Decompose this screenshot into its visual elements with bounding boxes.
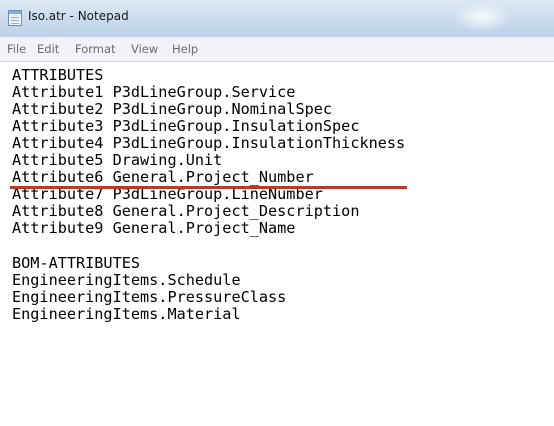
- text-line-attribute8: Attribute8 General.Project_Description: [12, 202, 360, 220]
- text-line-attributes-header: ATTRIBUTES: [12, 66, 104, 84]
- text-line-attribute9: Attribute9 General.Project_Name: [12, 219, 296, 237]
- menu-edit[interactable]: Edit: [37, 42, 59, 56]
- text-editor-area[interactable]: ATTRIBUTES Attribute1 P3dLineGroup.Servi…: [0, 62, 554, 426]
- text-line-attribute1: Attribute1 P3dLineGroup.Service: [12, 83, 296, 101]
- text-line-attribute4: Attribute4 P3dLineGroup.InsulationThickn…: [12, 134, 406, 152]
- text-line-bom-schedule: EngineeringItems.Schedule: [12, 271, 241, 289]
- menu-format[interactable]: Format: [75, 42, 116, 56]
- text-line-attribute5: Attribute5 Drawing.Unit: [12, 151, 223, 169]
- text-line-attribute3: Attribute3 P3dLineGroup.InsulationSpec: [12, 117, 360, 135]
- menu-bar: File Edit Format View Help: [0, 37, 554, 62]
- text-line-attribute2: Attribute2 P3dLineGroup.NominalSpec: [12, 100, 333, 118]
- red-underline-annotation: [10, 186, 407, 189]
- menu-view[interactable]: View: [131, 42, 158, 56]
- window-title: Iso.atr - Notepad: [28, 9, 129, 23]
- text-line-bom-pressureclass: EngineeringItems.PressureClass: [12, 288, 287, 306]
- title-bar[interactable]: Iso.atr - Notepad: [0, 0, 554, 37]
- text-line-attribute6: Attribute6 General.Project_Number: [12, 168, 314, 186]
- title-bar-glow: [452, 2, 512, 32]
- text-line-bom-material: EngineeringItems.Material: [12, 305, 241, 323]
- notepad-app-icon[interactable]: [8, 10, 22, 26]
- notepad-window: Iso.atr - Notepad File Edit Format View …: [0, 0, 554, 426]
- menu-help[interactable]: Help: [172, 42, 198, 56]
- menu-file[interactable]: File: [7, 42, 26, 56]
- text-line-bom-header: BOM-ATTRIBUTES: [12, 254, 141, 272]
